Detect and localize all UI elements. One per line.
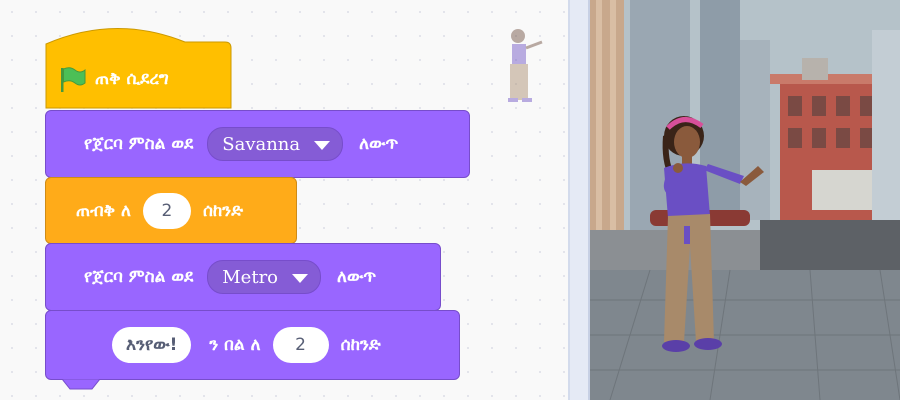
backdrop-dropdown-1[interactable]: Savanna [207,127,344,161]
say-middle-label: ን በል ለ [209,335,261,355]
switch-backdrop-prefix: የጀርባ ምስል ወደ [84,134,194,154]
switch-backdrop-suffix: ለውጥ [359,134,399,154]
backdrop-dropdown-2[interactable]: Metro [207,260,322,294]
backdrop-dropdown-value: Metro [222,266,279,288]
switch-backdrop-prefix: የጀርባ ምስል ወደ [84,267,194,287]
wait-prefix: ጠብቅ ለ [76,200,131,221]
green-flag-icon [61,67,86,92]
code-area[interactable]: ጠቅ ሲደረግ የጀርባ ምስል ወደ Savanna ለውጥ ጠብቅ ለ 2 … [0,0,572,400]
dropdown-arrow-icon [292,274,309,283]
when-flag-clicked-block[interactable]: ጠቅ ሲደረግ [45,22,233,110]
panel-divider [568,0,588,400]
dropdown-arrow-icon [314,141,331,150]
wait-seconds-input[interactable]: 2 [142,192,191,229]
switch-backdrop-block-1[interactable]: የጀርባ ምስል ወደ Savanna ለውጥ [45,110,470,178]
switch-backdrop-block-2[interactable]: የጀርባ ምስል ወደ Metro ለውጥ [45,243,441,311]
say-seconds-input[interactable]: 2 [272,327,329,363]
say-message-input[interactable]: እንየው! [112,327,192,363]
wait-block[interactable]: ጠብቅ ለ 2 ሰከንድ [45,177,297,244]
block-bottom-notch [62,379,101,390]
switch-backdrop-suffix: ለውጥ [337,267,377,287]
wait-suffix: ሰከንድ [202,200,243,221]
stage[interactable] [588,0,900,400]
say-suffix: ሰከንድ [340,335,381,355]
say-for-seconds-block[interactable]: እንየው! ን በል ለ 2 ሰከንድ [45,310,460,380]
character-sprite[interactable] [654,106,784,356]
sprite-thumbnail-icon [508,29,543,102]
backdrop-dropdown-value: Savanna [222,133,301,155]
hat-block-label: ጠቅ ሲደረግ [95,69,169,89]
